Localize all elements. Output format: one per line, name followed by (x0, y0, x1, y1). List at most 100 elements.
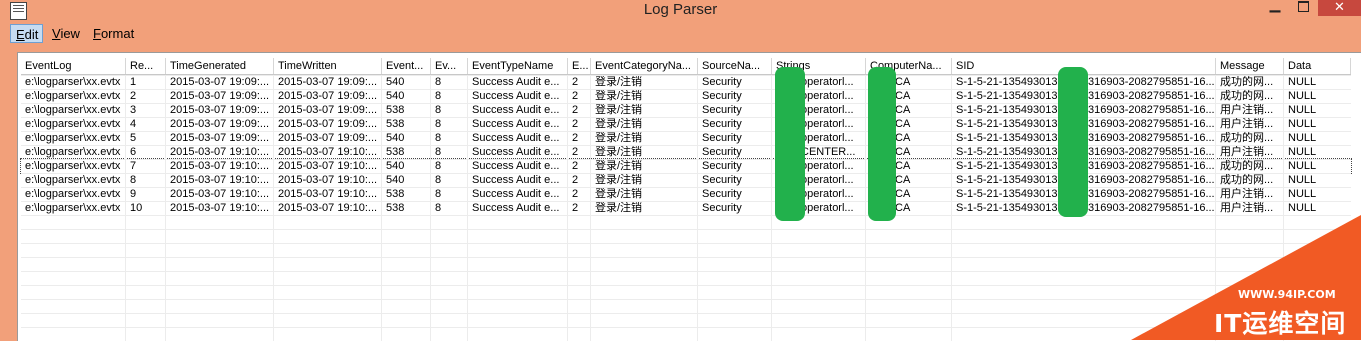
table-row[interactable]: e:\logparser\xx.evtx 1 2015-03-07 19:09:..… (21, 75, 1351, 89)
table-row[interactable]: e:\logparser\xx.evtx 2 2015-03-07 19:09:..… (21, 89, 1351, 103)
table-row[interactable]: e:\logparser\xx.evtx 8 2015-03-07 19:10:..… (21, 173, 1351, 187)
table-cell: 540 (386, 76, 405, 88)
table-cell: 538 (386, 188, 405, 200)
column-header[interactable]: Data (1284, 58, 1351, 74)
table-cell: 316903-2082795851-16... (1088, 146, 1215, 158)
grid-line (273, 75, 274, 341)
table-cell: NULL (1288, 90, 1317, 102)
table-cell: 8 (435, 118, 442, 130)
table-cell: S-1-5-21-1354930131 (956, 160, 1064, 172)
table-cell: e:\logparser\xx.evtx (25, 104, 121, 116)
redaction-mark (775, 67, 805, 221)
table-cell: S-1-5-21-1354930131 (956, 174, 1064, 186)
column-header[interactable]: EventCategoryNa... (591, 58, 698, 74)
grid-line (165, 75, 166, 341)
table-cell: e:\logparser\xx.evtx (25, 188, 121, 200)
watermark-name: IT运维空间 (1214, 309, 1347, 338)
table-cell: 8 (130, 174, 137, 186)
table-cell: 2 (572, 118, 579, 130)
table-cell: 2015-03-07 19:09:... (278, 90, 378, 102)
table-cell: Success Audit e... (472, 202, 560, 214)
table-cell: 316903-2082795851-16... (1088, 132, 1215, 144)
grid-line (381, 75, 382, 341)
grid-line (21, 103, 1351, 104)
table-cell: 538 (386, 118, 405, 130)
table-cell: NULL (1288, 160, 1317, 172)
table-row[interactable]: e:\logparser\xx.evtx 5 2015-03-07 19:09:..… (21, 131, 1351, 145)
column-header[interactable]: EventTypeName (468, 58, 568, 74)
menu-view[interactable]: View (47, 24, 85, 43)
table-cell: 540 (386, 90, 405, 102)
column-header[interactable]: Ev... (431, 58, 468, 74)
table-cell: Security (702, 174, 742, 186)
table-cell: NULL (1288, 188, 1317, 200)
table-cell: 538 (386, 202, 405, 214)
table-cell: Success Audit e... (472, 90, 560, 102)
redaction-mark (868, 67, 896, 221)
title-bar: Log Parser ▁ ✕ (0, 0, 1361, 22)
table-cell: 登录/注销 (595, 132, 643, 144)
table-cell: CA (895, 188, 911, 200)
column-header[interactable]: TimeGenerated (166, 58, 274, 74)
column-header[interactable]: E... (568, 58, 591, 74)
table-cell: 540 (386, 160, 405, 172)
menu-format[interactable]: Format (88, 24, 139, 43)
grid-line (21, 159, 1351, 160)
close-icon: ✕ (1334, 0, 1345, 14)
table-cell: Success Audit e... (472, 104, 560, 116)
table-cell: 2015-03-07 19:10:... (170, 160, 270, 172)
column-header[interactable]: Message (1216, 58, 1284, 74)
table-cell: 2015-03-07 19:10:... (170, 174, 270, 186)
table-cell: Success Audit e... (472, 132, 560, 144)
table-cell: operatorl... (801, 132, 854, 144)
table-cell: NULL (1288, 146, 1317, 158)
grid-line (21, 201, 1351, 202)
table-row[interactable]: e:\logparser\xx.evtx 10 2015-03-07 19:10:.… (21, 201, 1351, 215)
table-cell: 2015-03-07 19:09:... (170, 76, 270, 88)
grid-line (21, 89, 1351, 90)
close-button[interactable]: ✕ (1318, 0, 1361, 16)
column-header[interactable]: Re... (126, 58, 166, 74)
table-cell: 2 (572, 146, 579, 158)
table-cell: S-1-5-21-1354930131 (956, 118, 1064, 130)
maximize-button[interactable] (1290, 0, 1316, 14)
table-cell: 316903-2082795851-16... (1088, 188, 1215, 200)
table-cell: Security (702, 104, 742, 116)
table-cell: 2015-03-07 19:09:... (170, 90, 270, 102)
table-cell: 2 (572, 90, 579, 102)
table-row[interactable]: e:\logparser\xx.evtx 7 2015-03-07 19:10:..… (20, 158, 1352, 174)
table-cell: CENTER... (801, 146, 856, 158)
table-row[interactable]: e:\logparser\xx.evtx 3 2015-03-07 19:09:..… (21, 103, 1351, 117)
table-cell: 316903-2082795851-16... (1088, 202, 1215, 214)
table-cell: 2015-03-07 19:09:... (170, 104, 270, 116)
table-cell: Success Audit e... (472, 188, 560, 200)
menu-edit[interactable]: Edit (10, 24, 43, 43)
minimize-button[interactable]: ▁ (1262, 0, 1288, 12)
table-cell: 2015-03-07 19:09:... (278, 118, 378, 130)
column-header[interactable]: SourceNa... (698, 58, 772, 74)
column-header[interactable]: Event... (382, 58, 431, 74)
table-cell: NULL (1288, 202, 1317, 214)
table-cell: Security (702, 202, 742, 214)
table-cell: operatorl... (801, 76, 854, 88)
column-header[interactable]: TimeWritten (274, 58, 382, 74)
table-cell: 8 (435, 90, 442, 102)
table-cell: Security (702, 76, 742, 88)
table-row[interactable]: e:\logparser\xx.evtx 6 2015-03-07 19:10:..… (21, 145, 1351, 159)
column-header[interactable]: EventLog (21, 58, 126, 74)
watermark-url: WWW.94IP.COM (1238, 288, 1336, 301)
table-row[interactable]: e:\logparser\xx.evtx 4 2015-03-07 19:09:..… (21, 117, 1351, 131)
table-cell: e:\logparser\xx.evtx (25, 160, 121, 172)
table-cell: e:\logparser\xx.evtx (25, 90, 121, 102)
grid-line (430, 75, 431, 341)
table-row[interactable]: e:\logparser\xx.evtx 9 2015-03-07 19:10:..… (21, 187, 1351, 201)
grid-line (951, 75, 952, 341)
table-cell: S-1-5-21-1354930131 (956, 188, 1064, 200)
grid-line (21, 187, 1351, 188)
table-cell: 登录/注销 (595, 202, 643, 214)
table-cell: 3 (130, 104, 137, 116)
table-cell: NULL (1288, 76, 1317, 88)
table-cell: Success Audit e... (472, 76, 560, 88)
table-cell: 540 (386, 174, 405, 186)
table-cell: NULL (1288, 118, 1317, 130)
